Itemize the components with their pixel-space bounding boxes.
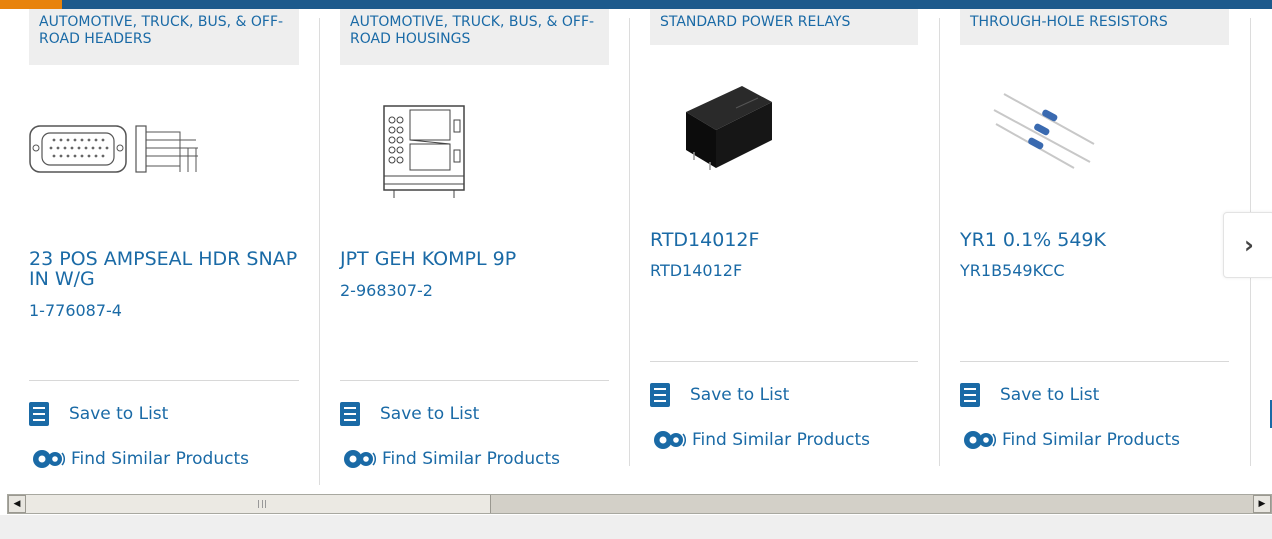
gears-icon (344, 450, 376, 468)
product-carousel: AUTOMOTIVE, TRUCK, BUS, & OFF-ROAD HEADE… (0, 0, 1272, 488)
gears-icon (964, 431, 996, 449)
resistor-icon[interactable] (990, 88, 1100, 170)
save-to-list-label: Save to List (690, 385, 790, 405)
scrollbar-grip (258, 500, 266, 508)
save-to-list-label: Save to List (69, 404, 169, 424)
card-separator (319, 18, 320, 485)
connector-header-icon[interactable] (28, 118, 208, 178)
horizontal-scrollbar[interactable]: ◀ ▶ (7, 494, 1272, 514)
save-to-list-button[interactable]: Save to List (340, 402, 479, 426)
card-divider (960, 361, 1229, 362)
part-number-link[interactable]: YR1B549KCC (960, 262, 1065, 280)
find-similar-label: Find Similar Products (692, 430, 870, 450)
save-to-list-label: Save to List (1000, 385, 1100, 405)
page-footer-strip (0, 515, 1272, 539)
product-title-link[interactable]: 23 POS AMPSEAL HDR SNAP IN W/G (29, 249, 299, 289)
card-divider (340, 380, 609, 381)
gears-icon (33, 450, 65, 468)
scrollbar-thumb[interactable] (26, 495, 491, 513)
scroll-left-button[interactable]: ◀ (8, 495, 26, 513)
checklist-icon (340, 402, 360, 426)
find-similar-label: Find Similar Products (71, 449, 249, 469)
part-number-link[interactable]: 2-968307-2 (340, 282, 433, 300)
save-to-list-label: Save to List (380, 404, 480, 424)
find-similar-button[interactable]: Find Similar Products (960, 428, 1180, 452)
carousel-next-button[interactable]: › (1223, 212, 1272, 278)
scroll-right-button[interactable]: ▶ (1253, 495, 1271, 513)
product-title-link[interactable]: RTD14012F (650, 230, 918, 250)
category-link[interactable]: AUTOMOTIVE, TRUCK, BUS, & OFF-ROAD HOUSI… (340, 9, 609, 65)
find-similar-label: Find Similar Products (382, 449, 560, 469)
relay-icon[interactable] (680, 82, 776, 174)
card-divider (650, 361, 918, 362)
card-separator (629, 18, 630, 466)
product-title-link[interactable]: YR1 0.1% 549K (960, 230, 1229, 250)
chevron-right-icon: › (1244, 231, 1254, 259)
find-similar-button[interactable]: Find Similar Products (29, 447, 249, 471)
part-number-link[interactable]: RTD14012F (650, 262, 742, 280)
card-separator (939, 18, 940, 466)
product-title-link[interactable]: JPT GEH KOMPL 9P (340, 249, 609, 269)
find-similar-button[interactable]: Find Similar Products (340, 447, 560, 471)
connector-housing-icon[interactable] (380, 100, 470, 200)
category-link[interactable]: AUTOMOTIVE, TRUCK, BUS, & OFF-ROAD HEADE… (29, 9, 299, 65)
card-divider (29, 380, 299, 381)
category-link[interactable]: STANDARD POWER RELAYS (650, 9, 918, 45)
find-similar-label: Find Similar Products (1002, 430, 1180, 450)
checklist-icon (650, 383, 670, 407)
save-to-list-button[interactable]: Save to List (960, 383, 1099, 407)
gears-icon (654, 431, 686, 449)
save-to-list-button[interactable]: Save to List (29, 402, 168, 426)
find-similar-button[interactable]: Find Similar Products (650, 428, 870, 452)
part-number-link[interactable]: 1-776087-4 (29, 302, 122, 320)
checklist-icon (960, 383, 980, 407)
category-link[interactable]: THROUGH-HOLE RESISTORS (960, 9, 1229, 45)
save-to-list-button[interactable]: Save to List (650, 383, 789, 407)
checklist-icon (29, 402, 49, 426)
